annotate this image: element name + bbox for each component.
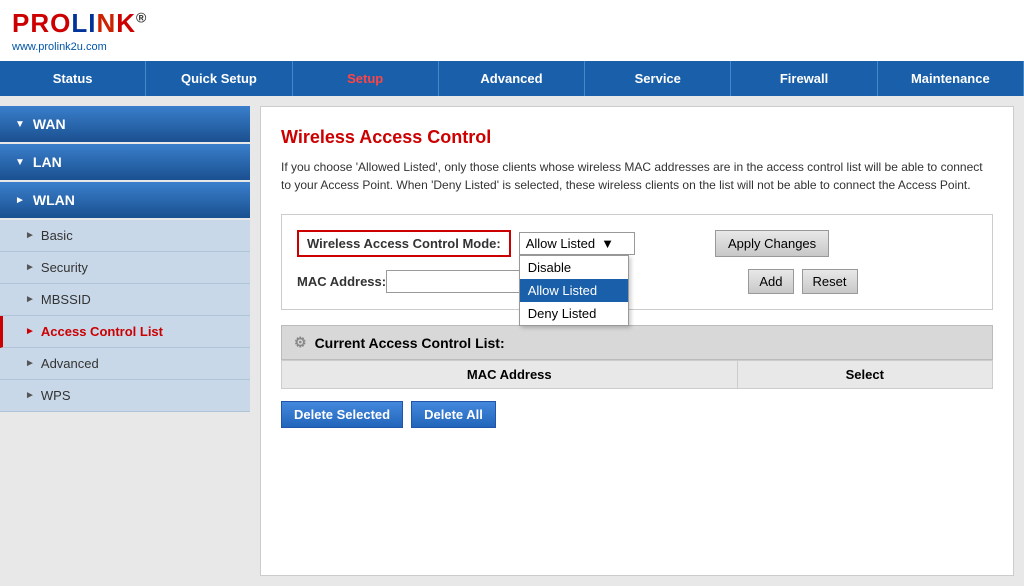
selected-value: Allow Listed: [526, 236, 595, 251]
sidebar: ▼ WAN ▼ LAN ► WLAN ► Basic ► Se: [0, 96, 250, 586]
sidebar-group-wlan[interactable]: ► WLAN: [0, 182, 250, 218]
trademark: ®: [136, 9, 147, 25]
sidebar-section-wlan: ► WLAN ► Basic ► Security ► MBSSID ►: [0, 182, 250, 412]
arrow-icon: ►: [25, 262, 35, 273]
page-description: If you choose 'Allowed Listed', only tho…: [281, 158, 993, 194]
logo: PROLINK®: [12, 8, 147, 39]
sidebar-item-mbssid-label: MBSSID: [41, 292, 91, 307]
gear-icon: ⚙: [294, 334, 307, 351]
sidebar-section-wan: ▼ WAN: [0, 106, 250, 142]
reset-button[interactable]: Reset: [802, 269, 858, 294]
dropdown-option-allow-listed[interactable]: Allow Listed: [520, 279, 628, 302]
nav-quick-setup[interactable]: Quick Setup: [146, 61, 292, 96]
sidebar-section-lan: ▼ LAN: [0, 144, 250, 180]
chevron-down-icon: ▼: [15, 119, 25, 130]
delete-all-button[interactable]: Delete All: [411, 401, 496, 428]
col-select: Select: [737, 361, 992, 389]
dropdown-arrow-icon: ▼: [601, 236, 614, 251]
sidebar-group-lan[interactable]: ▼ LAN: [0, 144, 250, 180]
dropdown-option-deny-listed[interactable]: Deny Listed: [520, 302, 628, 325]
logo-brand: PROLINK: [12, 8, 136, 38]
mode-dropdown-menu: Disable Allow Listed Deny Listed: [519, 255, 629, 326]
form-section: Wireless Access Control Mode: Allow List…: [281, 214, 993, 310]
bottom-buttons: Delete Selected Delete All: [281, 401, 993, 428]
nav-advanced[interactable]: Advanced: [439, 61, 585, 96]
sidebar-item-security-label: Security: [41, 260, 88, 275]
arrow-icon: ►: [25, 326, 35, 337]
sidebar-item-basic[interactable]: ► Basic: [0, 220, 250, 252]
sidebar-item-wps-label: WPS: [41, 388, 71, 403]
mode-select-wrapper: Allow Listed ▼ Disable Allow Listed Deny…: [519, 232, 635, 255]
sidebar-group-lan-label: LAN: [33, 154, 62, 170]
sidebar-wlan-submenu: ► Basic ► Security ► MBSSID ► Access Con…: [0, 220, 250, 412]
mode-select[interactable]: Allow Listed ▼: [519, 232, 635, 255]
acl-title: Current Access Control List:: [315, 335, 505, 351]
content-area: Wireless Access Control If you choose 'A…: [260, 106, 1014, 576]
chevron-right-icon: ►: [15, 195, 25, 206]
sidebar-group-wan-label: WAN: [33, 116, 66, 132]
sidebar-item-basic-label: Basic: [41, 228, 73, 243]
header: PROLINK® www.prolink2u.com: [0, 0, 1024, 61]
arrow-icon: ►: [25, 390, 35, 401]
sidebar-item-acl-label: Access Control List: [41, 324, 163, 339]
arrow-icon: ►: [25, 294, 35, 305]
sidebar-group-wlan-label: WLAN: [33, 192, 75, 208]
nav-maintenance[interactable]: Maintenance: [878, 61, 1024, 96]
sidebar-item-advanced[interactable]: ► Advanced: [0, 348, 250, 380]
sidebar-group-wan[interactable]: ▼ WAN: [0, 106, 250, 142]
add-button[interactable]: Add: [748, 269, 793, 294]
logo-website: www.prolink2u.com: [12, 41, 147, 53]
sidebar-item-advanced-label: Advanced: [41, 356, 99, 371]
acl-header: ⚙ Current Access Control List:: [281, 325, 993, 360]
acl-table: MAC Address Select: [281, 360, 993, 389]
sidebar-item-acl[interactable]: ► Access Control List: [0, 316, 250, 348]
nav-status[interactable]: Status: [0, 61, 146, 96]
sidebar-item-security[interactable]: ► Security: [0, 252, 250, 284]
mode-label: Wireless Access Control Mode:: [297, 230, 511, 257]
arrow-icon: ►: [25, 230, 35, 241]
dropdown-option-disable[interactable]: Disable: [520, 256, 628, 279]
delete-selected-button[interactable]: Delete Selected: [281, 401, 403, 428]
nav-bar: Status Quick Setup Setup Advanced Servic…: [0, 61, 1024, 96]
page-title: Wireless Access Control: [281, 127, 993, 148]
arrow-icon: ►: [25, 358, 35, 369]
apply-changes-button[interactable]: Apply Changes: [715, 230, 829, 257]
sidebar-item-mbssid[interactable]: ► MBSSID: [0, 284, 250, 316]
col-mac-address: MAC Address: [282, 361, 738, 389]
chevron-down-icon: ▼: [15, 157, 25, 168]
nav-setup[interactable]: Setup: [293, 61, 439, 96]
mac-row: MAC Address: 00E086710502) Add Reset: [297, 269, 977, 294]
main-layout: ▼ WAN ▼ LAN ► WLAN ► Basic ► Se: [0, 96, 1024, 586]
mode-row: Wireless Access Control Mode: Allow List…: [297, 230, 977, 257]
nav-service[interactable]: Service: [585, 61, 731, 96]
table-header-row: MAC Address Select: [282, 361, 993, 389]
sidebar-item-wps[interactable]: ► WPS: [0, 380, 250, 412]
nav-firewall[interactable]: Firewall: [731, 61, 877, 96]
mac-label: MAC Address:: [297, 274, 386, 289]
acl-section: ⚙ Current Access Control List: MAC Addre…: [281, 325, 993, 389]
